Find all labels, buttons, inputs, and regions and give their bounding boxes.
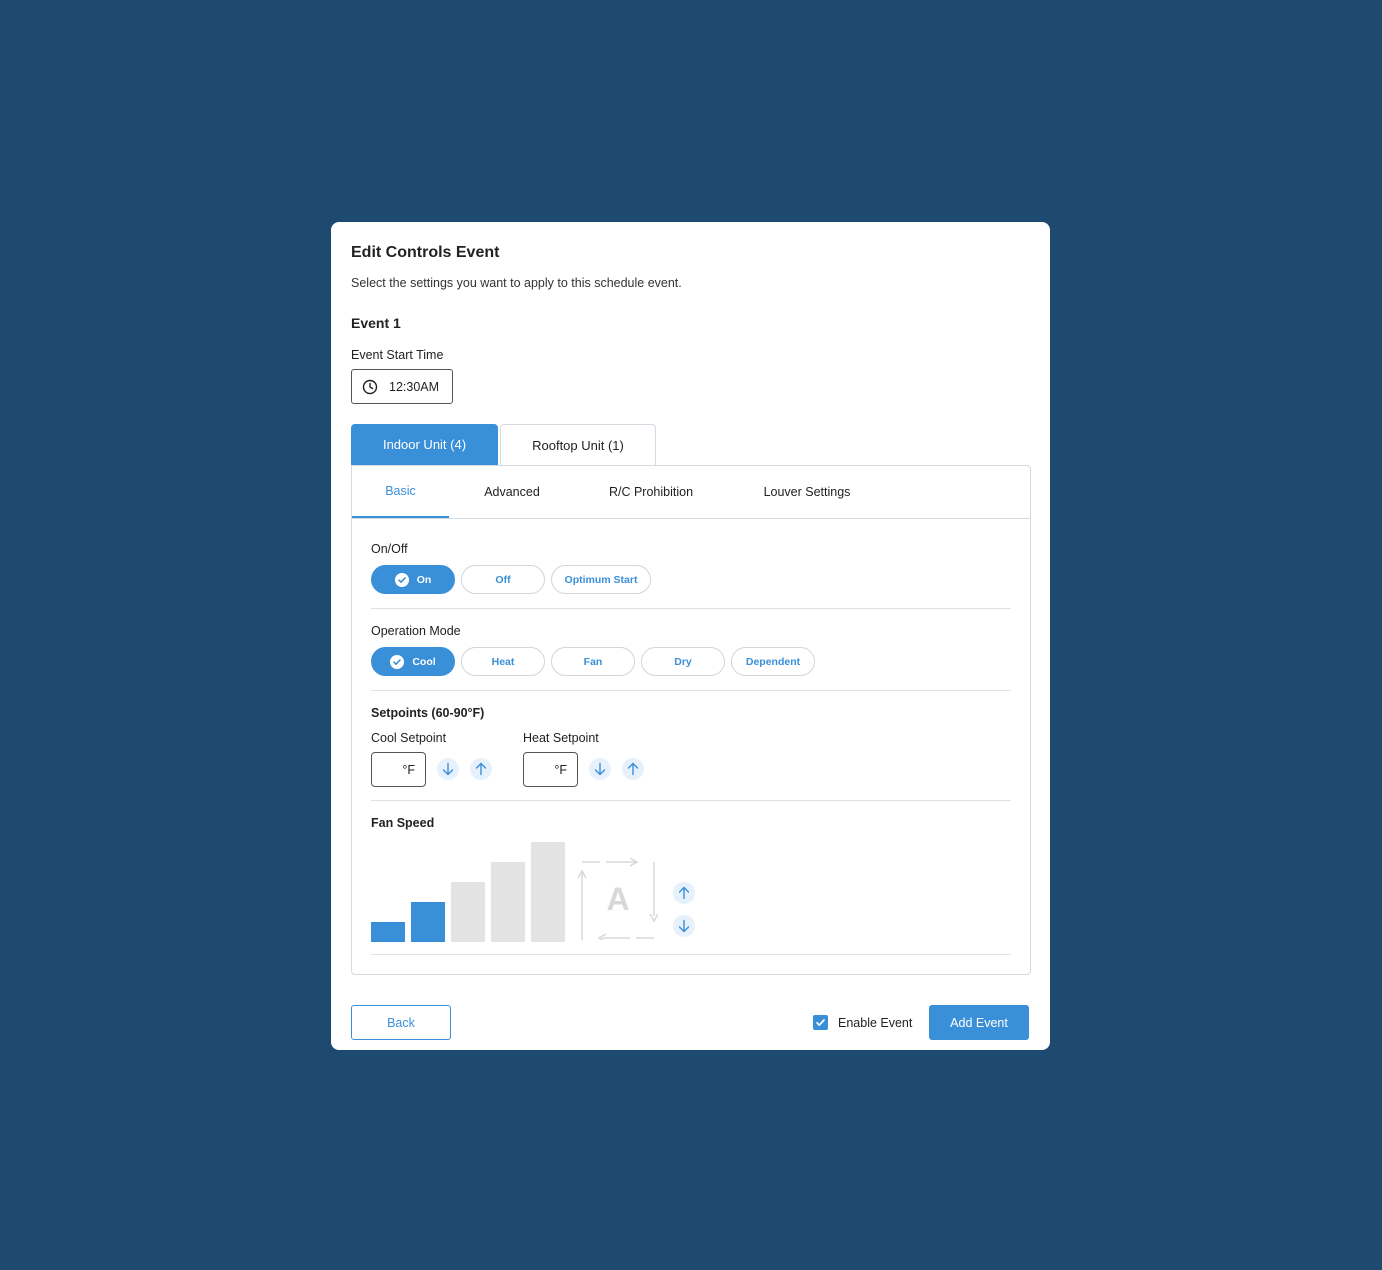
modal-subtitle: Select the settings you want to apply to…: [351, 276, 682, 290]
sub-tabs: Basic Advanced R/C Prohibition Louver Se…: [352, 466, 1030, 519]
heat-setpoint-decrease-button[interactable]: [589, 758, 611, 780]
mode-option-heat[interactable]: Heat: [461, 647, 545, 676]
divider: [371, 690, 1011, 691]
svg-text:A: A: [606, 881, 629, 917]
on-off-option-on[interactable]: On: [371, 565, 455, 594]
fan-speed-level-5[interactable]: [531, 842, 565, 942]
mode-option-fan[interactable]: Fan: [551, 647, 635, 676]
arrow-up-icon: [475, 762, 487, 776]
fan-speed-decrease-button[interactable]: [673, 915, 695, 937]
mode-option-dependent[interactable]: Dependent: [731, 647, 815, 676]
divider: [371, 800, 1011, 801]
operation-mode-label: Operation Mode: [371, 624, 461, 638]
enable-event-checkbox[interactable]: [813, 1015, 828, 1030]
auto-cycle-icon: A: [577, 857, 659, 943]
tab-louver-settings[interactable]: Louver Settings: [746, 466, 868, 518]
enable-event-toggle[interactable]: Enable Event: [813, 1015, 912, 1030]
heat-setpoint-input[interactable]: °F: [523, 752, 578, 787]
fan-speed-label: Fan Speed: [371, 816, 435, 830]
cool-setpoint-decrease-button[interactable]: [437, 758, 459, 780]
divider: [371, 954, 1011, 955]
mode-option-label: Cool: [412, 655, 436, 668]
modal-title: Edit Controls Event: [351, 244, 500, 261]
cool-setpoint-label: Cool Setpoint: [371, 731, 447, 745]
fan-speed-level-4[interactable]: [491, 862, 525, 942]
cool-setpoint-input[interactable]: °F: [371, 752, 426, 787]
setpoints-label: Setpoints (60-90°F): [371, 706, 485, 720]
arrow-down-icon: [442, 762, 454, 776]
on-off-option-label: On: [416, 573, 432, 586]
tab-indoor-unit[interactable]: Indoor Unit (4): [351, 424, 498, 465]
fan-speed-level-1[interactable]: [371, 922, 405, 942]
edit-controls-modal: Edit Controls Event Select the settings …: [331, 222, 1050, 1050]
divider: [371, 608, 1011, 609]
event-start-time-value: 12:30AM: [389, 379, 440, 394]
heat-setpoint-unit: °F: [554, 762, 567, 777]
event-start-time-input[interactable]: 12:30AM: [351, 369, 453, 404]
arrow-up-icon: [678, 886, 690, 900]
fan-speed-increase-button[interactable]: [673, 882, 695, 904]
tab-basic[interactable]: Basic: [352, 466, 449, 518]
heat-setpoint-increase-button[interactable]: [622, 758, 644, 780]
enable-event-label: Enable Event: [838, 1015, 913, 1030]
settings-panel: Basic Advanced R/C Prohibition Louver Se…: [351, 465, 1031, 975]
cool-setpoint-unit: °F: [402, 762, 415, 777]
fan-speed-level-3[interactable]: [451, 882, 485, 942]
tab-rooftop-unit[interactable]: Rooftop Unit (1): [500, 424, 656, 465]
mode-option-cool[interactable]: Cool: [371, 647, 455, 676]
event-start-time-label: Event Start Time: [351, 348, 444, 362]
arrow-down-icon: [594, 762, 606, 776]
arrow-down-icon: [678, 919, 690, 933]
tab-rc-prohibition[interactable]: R/C Prohibition: [590, 466, 712, 518]
fan-speed-level-2[interactable]: [411, 902, 445, 942]
check-circle-icon: [394, 572, 409, 587]
mode-option-dry[interactable]: Dry: [641, 647, 725, 676]
on-off-option-off[interactable]: Off: [461, 565, 545, 594]
on-off-label: On/Off: [371, 542, 408, 556]
fan-speed-auto[interactable]: A: [577, 857, 659, 943]
event-heading: Event 1: [351, 315, 401, 331]
on-off-option-optimum-start[interactable]: Optimum Start: [551, 565, 651, 594]
checkmark-icon: [816, 1019, 825, 1026]
tab-advanced[interactable]: Advanced: [464, 466, 560, 518]
arrow-up-icon: [627, 762, 639, 776]
cool-setpoint-increase-button[interactable]: [470, 758, 492, 780]
clock-icon: [362, 379, 378, 395]
back-button[interactable]: Back: [351, 1005, 451, 1040]
heat-setpoint-label: Heat Setpoint: [523, 731, 599, 745]
check-circle-icon: [390, 654, 405, 669]
add-event-button[interactable]: Add Event: [929, 1005, 1029, 1040]
